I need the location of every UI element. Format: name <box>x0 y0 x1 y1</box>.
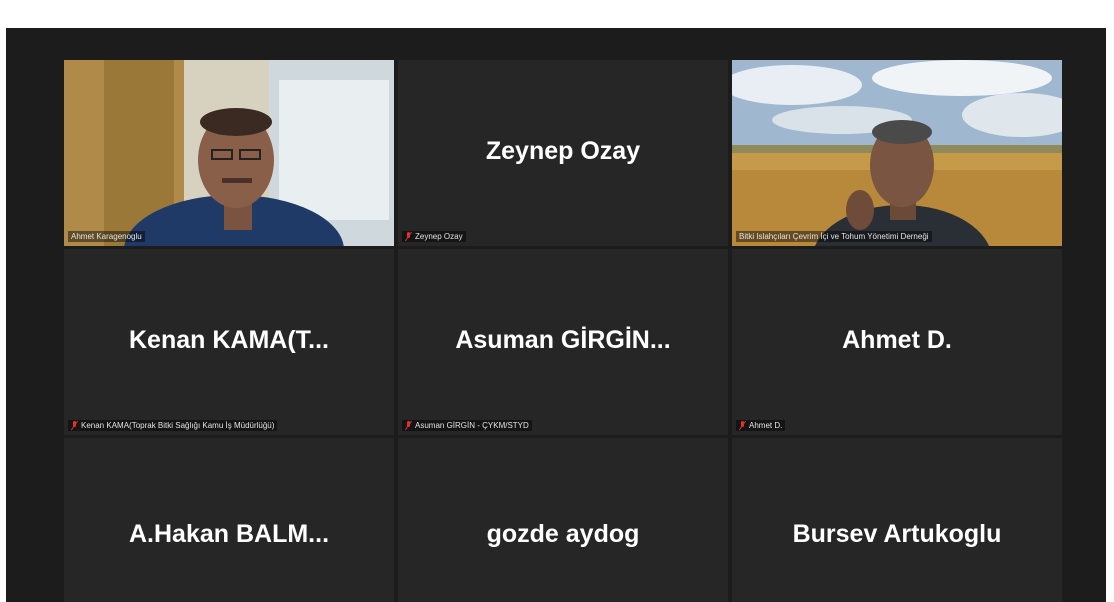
participant-display-name: gozde aydog <box>486 520 640 549</box>
participant-tile-gozde-aydog[interactable]: gozde aydog <box>398 438 728 602</box>
participant-tile-ahmet-karagenoglu[interactable]: Ahmet Karagenoglu <box>64 60 394 246</box>
participant-tile-asuman-girgin[interactable]: Asuman GİRGİN... Asuman GİRGİN - ÇYKM/ST… <box>398 249 728 435</box>
participant-display-name: A.Hakan BALM... <box>128 520 330 549</box>
participant-video <box>64 60 394 246</box>
participant-name-label: Ahmet Karagenoglu <box>68 231 145 242</box>
participant-name-label: Asuman GİRGİN - ÇYKM/STYD <box>402 420 532 431</box>
participant-name-label: Zeynep Ozay <box>402 231 466 242</box>
participant-display-name: Ahmet D. <box>842 326 952 355</box>
participant-video <box>732 60 1062 246</box>
participant-name-label: Bitki Islahçıları Çevrim İçi ve Tohum Yö… <box>736 231 932 242</box>
microphone-muted-icon <box>739 421 746 430</box>
participant-display-name: Zeynep Ozay <box>485 137 641 166</box>
participant-tile-ahmet-d[interactable]: Ahmet D. Ahmet D. <box>732 249 1062 435</box>
participant-tile-wheatfield[interactable]: Bitki Islahçıları Çevrim İçi ve Tohum Yö… <box>732 60 1062 246</box>
participant-tile-zeynep-ozay[interactable]: Zeynep Ozay Zeynep Ozay <box>398 60 728 246</box>
participant-name-label: Kenan KAMA(Toprak Bitki Sağlığı Kamu İş … <box>68 420 278 431</box>
microphone-muted-icon <box>405 421 412 430</box>
participant-tile-bursev-artukoglu[interactable]: Bursev Artukoglu <box>732 438 1062 602</box>
meeting-window: Ahmet Karagenoglu Zeynep Ozay Zeynep Oza… <box>6 28 1106 602</box>
participant-display-name: Asuman GİRGİN... <box>455 326 671 355</box>
participant-name-label: Ahmet D. <box>736 420 786 431</box>
microphone-muted-icon <box>71 421 78 430</box>
participant-tile-hakan-balm[interactable]: A.Hakan BALM... <box>64 438 394 602</box>
microphone-muted-icon <box>405 232 412 241</box>
participant-display-name: Bursev Artukoglu <box>792 520 1002 549</box>
participant-tile-kenan-kama[interactable]: Kenan KAMA(T... Kenan KAMA(Toprak Bitki … <box>64 249 394 435</box>
participant-display-name: Kenan KAMA(T... <box>129 326 329 355</box>
